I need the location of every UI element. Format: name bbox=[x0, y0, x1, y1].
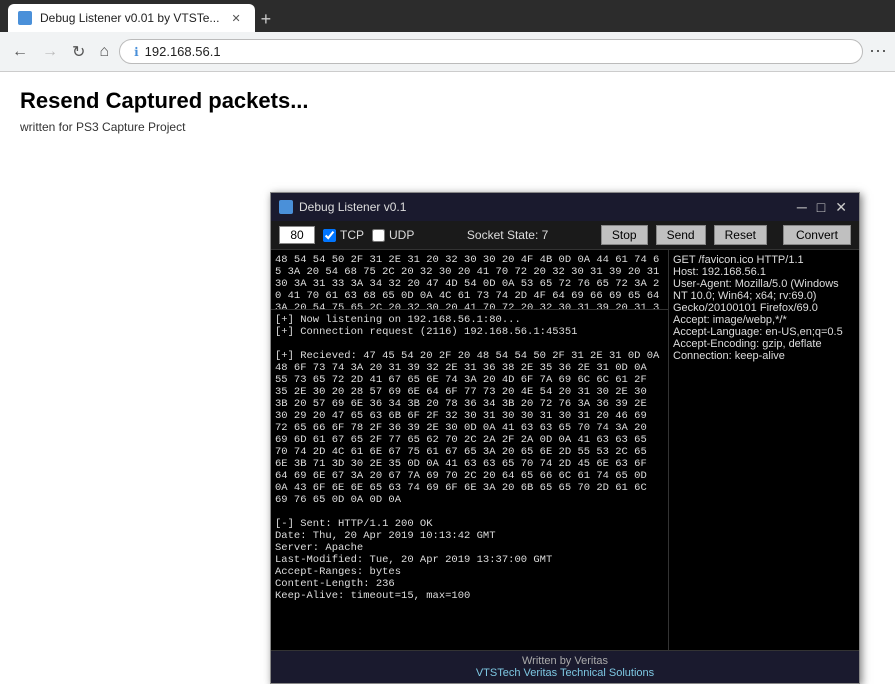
minimize-button[interactable]: ─ bbox=[793, 200, 811, 214]
port-input[interactable] bbox=[279, 226, 315, 244]
debug-titlebar: Debug Listener v0.1 ─ □ ✕ bbox=[271, 193, 859, 221]
socket-state: Socket State: 7 bbox=[422, 228, 593, 242]
udp-checkbox[interactable] bbox=[372, 229, 385, 242]
more-button[interactable]: ⋯ bbox=[869, 41, 887, 62]
stop-button[interactable]: Stop bbox=[601, 225, 648, 245]
browser-tab-bar: Debug Listener v0.01 by VTSTe... ✕ + bbox=[0, 0, 895, 32]
hex-panel[interactable]: 48 54 54 50 2F 31 2E 31 20 32 30 30 20 4… bbox=[271, 250, 668, 310]
debug-window-btns: ─ □ ✕ bbox=[793, 200, 851, 214]
footer-brand: VTSTech Veritas Technical Solutions bbox=[275, 667, 855, 679]
tcp-label: TCP bbox=[340, 228, 364, 242]
tcp-checkbox-group[interactable]: TCP bbox=[323, 228, 364, 242]
refresh-button[interactable]: ↻ bbox=[68, 40, 89, 64]
debug-footer: Written by Veritas VTSTech Veritas Techn… bbox=[271, 650, 859, 683]
convert-button[interactable]: Convert bbox=[783, 225, 851, 245]
debug-main: 48 54 54 50 2F 31 2E 31 20 32 30 30 20 4… bbox=[271, 250, 859, 650]
log-panel[interactable]: [+] Now listening on 192.168.56.1:80... … bbox=[271, 310, 668, 650]
send-button[interactable]: Send bbox=[656, 225, 706, 245]
new-tab-button[interactable]: + bbox=[261, 9, 272, 30]
tab-favicon bbox=[18, 11, 32, 25]
page-title: Resend Captured packets... bbox=[20, 88, 875, 114]
debug-title-text: Debug Listener v0.1 bbox=[299, 200, 406, 214]
debug-title-icon bbox=[279, 200, 293, 214]
tab-close-btn[interactable]: ✕ bbox=[231, 12, 240, 25]
udp-checkbox-group[interactable]: UDP bbox=[372, 228, 414, 242]
home-button[interactable]: ⌂ bbox=[95, 41, 113, 63]
maximize-button[interactable]: □ bbox=[813, 200, 829, 214]
udp-label: UDP bbox=[389, 228, 414, 242]
page-content: Resend Captured packets... written for P… bbox=[0, 72, 895, 612]
nav-bar: ← → ↻ ⌂ ℹ 192.168.56.1 ⋯ bbox=[0, 32, 895, 72]
active-tab[interactable]: Debug Listener v0.01 by VTSTe... ✕ bbox=[8, 4, 255, 32]
reset-button[interactable]: Reset bbox=[714, 225, 767, 245]
debug-left: 48 54 54 50 2F 31 2E 31 20 32 30 30 20 4… bbox=[271, 250, 669, 650]
lock-icon: ℹ bbox=[134, 45, 139, 59]
page-subtitle: written for PS3 Capture Project bbox=[20, 120, 875, 134]
debug-window: Debug Listener v0.1 ─ □ ✕ TCP UDP Socket… bbox=[270, 192, 860, 684]
forward-button[interactable]: → bbox=[38, 41, 62, 63]
back-button[interactable]: ← bbox=[8, 41, 32, 63]
address-text: 192.168.56.1 bbox=[145, 44, 221, 59]
debug-title-left: Debug Listener v0.1 bbox=[279, 200, 406, 214]
address-bar[interactable]: ℹ 192.168.56.1 bbox=[119, 39, 863, 64]
tab-title: Debug Listener v0.01 by VTSTe... bbox=[40, 11, 219, 25]
footer-written-by: Written by Veritas bbox=[275, 655, 855, 667]
tcp-checkbox[interactable] bbox=[323, 229, 336, 242]
close-button[interactable]: ✕ bbox=[831, 200, 851, 214]
debug-right-panel[interactable]: GET /favicon.ico HTTP/1.1 Host: 192.168.… bbox=[669, 250, 859, 650]
debug-toolbar: TCP UDP Socket State: 7 Stop Send Reset … bbox=[271, 221, 859, 250]
